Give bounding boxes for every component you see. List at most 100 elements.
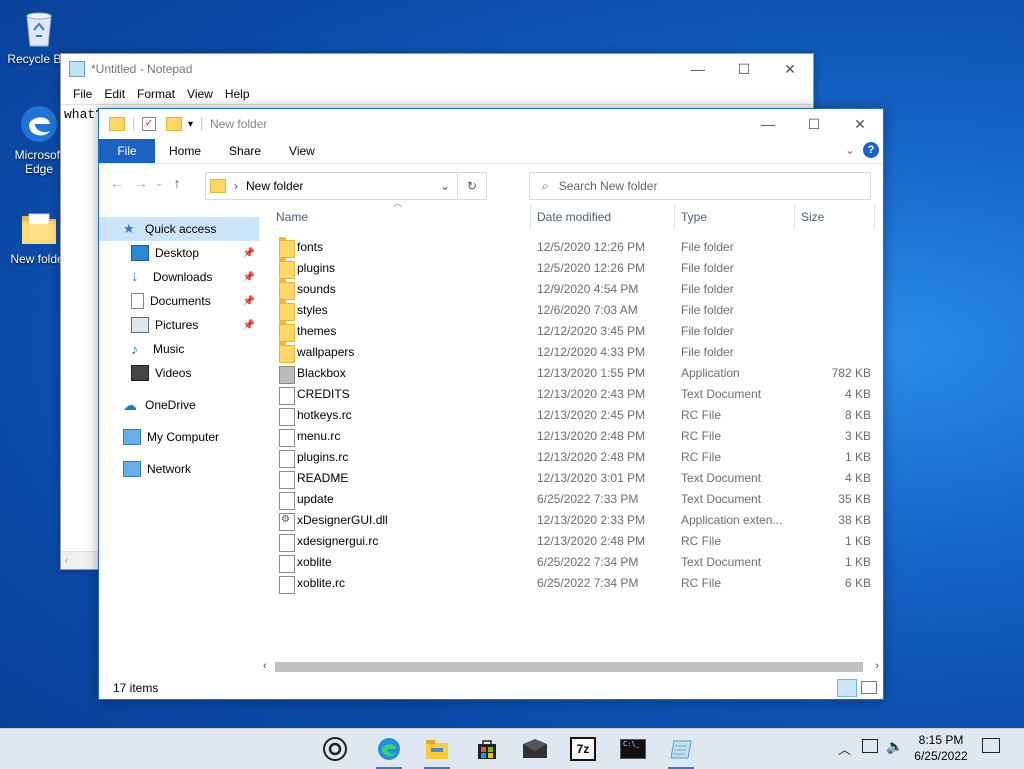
file-row[interactable]: plugins 12/5/2020 12:26 PM File folder (271, 258, 883, 279)
column-header-date[interactable]: Date modified (537, 210, 611, 224)
address-bar[interactable]: › New folder ⌄ ↻ (205, 172, 487, 200)
file-list: ︿ Name Date modified Type Size fonts 12/5… (271, 198, 883, 594)
file-row[interactable]: plugins.rc 12/13/2020 2:48 PM RC File 1 KB (271, 447, 883, 468)
menu-help[interactable]: Help (219, 87, 256, 101)
tab-file[interactable]: File (99, 139, 155, 163)
sidebar-item-downloads[interactable]: ↓ Downloads 📌 (99, 265, 259, 289)
edge-taskbar-icon[interactable] (376, 737, 402, 769)
maximize-button[interactable]: ☐ (791, 109, 837, 139)
tab-home[interactable]: Home (155, 139, 215, 163)
minimize-button[interactable]: — (675, 54, 721, 84)
sidebar-item-my-computer[interactable]: My Computer (99, 425, 259, 449)
back-button[interactable]: ← (105, 175, 129, 191)
scroll-left-button[interactable]: ‹ (263, 660, 267, 672)
file-date: 6/25/2022 7:34 PM (537, 576, 639, 590)
file-row[interactable]: menu.rc 12/13/2020 2:48 PM RC File 3 KB (271, 426, 883, 447)
mail-icon[interactable] (522, 737, 548, 761)
sort-ascending-icon: ︿ (393, 198, 403, 208)
terminal-icon[interactable]: C:\_ (620, 737, 646, 761)
sidebar-item-network[interactable]: Network (99, 457, 259, 481)
file-date: 12/13/2020 3:01 PM (537, 471, 646, 485)
close-button[interactable]: ✕ (837, 109, 883, 139)
explorer-titlebar[interactable]: ✓ ▾ New folder — ☐ ✕ (99, 109, 883, 139)
file-row[interactable]: Blackbox 12/13/2020 1:55 PM Application 782… (271, 363, 883, 384)
column-divider[interactable] (794, 205, 795, 229)
column-header-type[interactable]: Type (681, 210, 707, 224)
show-hidden-icons-button[interactable]: ︿ (838, 739, 851, 758)
file-row[interactable]: xoblite 6/25/2022 7:34 PM Text Document 1 K… (271, 552, 883, 573)
sidebar-item-label: Music (153, 342, 185, 356)
menu-format[interactable]: Format (131, 87, 181, 101)
notifications-icon[interactable] (982, 738, 1000, 753)
notepad-titlebar[interactable]: *Untitled - Notepad — ☐ ✕ (61, 54, 813, 84)
7zip-icon[interactable]: 7z (570, 737, 596, 761)
menu-edit[interactable]: Edit (98, 87, 131, 101)
explorer-window[interactable]: ✓ ▾ New folder — ☐ ✕ File Home Share Vie… (98, 108, 884, 700)
cortana-icon[interactable] (322, 737, 348, 761)
column-divider[interactable] (530, 205, 531, 229)
file-row[interactable]: sounds 12/9/2020 4:54 PM File folder (271, 279, 883, 300)
file-row[interactable]: wallpapers 12/12/2020 4:33 PM File folder (271, 342, 883, 363)
file-row[interactable]: xoblite.rc 6/25/2022 7:34 PM RC File 6 KB (271, 573, 883, 594)
recycle-bin-icon (19, 8, 59, 48)
store-icon[interactable] (474, 737, 500, 761)
help-icon[interactable]: ? (863, 142, 879, 158)
file-row[interactable]: update 6/25/2022 7:33 PM Text Document 35 K… (271, 489, 883, 510)
tab-view[interactable]: View (275, 139, 329, 163)
breadcrumb[interactable]: New folder (246, 179, 303, 193)
menu-file[interactable]: File (67, 87, 98, 101)
volume-icon[interactable]: 🔈 (886, 738, 903, 755)
clock-time: 8:15 PM (918, 733, 964, 747)
sidebar-item-documents[interactable]: Documents 📌 (99, 289, 259, 313)
large-icons-view-button[interactable] (861, 681, 877, 694)
horizontal-scrollbar[interactable]: ‹ › (259, 659, 883, 676)
file-row[interactable]: README 12/13/2020 3:01 PM Text Document 4 K… (271, 468, 883, 489)
refresh-button[interactable]: ↻ (457, 173, 486, 199)
new-folder-icon[interactable] (166, 117, 182, 131)
pin-icon: 📌 (242, 319, 255, 331)
search-input[interactable]: ⌕ Search New folder (529, 172, 871, 200)
sidebar-item-onedrive[interactable]: ☁ OneDrive (99, 393, 259, 417)
scroll-right-button[interactable]: › (875, 660, 879, 672)
file-row[interactable]: themes 12/12/2020 3:45 PM File folder (271, 321, 883, 342)
scroll-thumb[interactable] (275, 662, 863, 672)
properties-icon[interactable]: ✓ (142, 117, 156, 131)
sidebar-item-music[interactable]: ♪ Music (99, 337, 259, 361)
address-dropdown-icon[interactable]: ⌄ (440, 179, 450, 193)
quick-access-dropdown-icon[interactable]: ▾ (188, 119, 193, 130)
sidebar-item-label: My Computer (147, 430, 220, 444)
minimize-button[interactable]: — (745, 109, 791, 139)
close-button[interactable]: ✕ (767, 54, 813, 84)
file-name: plugins (297, 261, 336, 275)
file-row[interactable]: xDesignerGUI.dll 12/13/2020 2:33 PM Applic… (271, 510, 883, 531)
file-row[interactable]: CREDITS 12/13/2020 2:43 PM Text Document 4 … (271, 384, 883, 405)
file-row[interactable]: fonts 12/5/2020 12:26 PM File folder (271, 237, 883, 258)
file-row[interactable]: hotkeys.rc 12/13/2020 2:45 PM RC File 8 KB (271, 405, 883, 426)
sidebar-item-quick-access[interactable]: ★ Quick access (99, 217, 259, 241)
column-divider[interactable] (874, 205, 875, 229)
sidebar-item-videos[interactable]: Videos (99, 361, 259, 385)
network-status-icon[interactable] (862, 739, 878, 753)
recent-locations-button[interactable]: ⌄ (153, 178, 165, 189)
column-divider[interactable] (674, 205, 675, 229)
breadcrumb-separator-icon[interactable]: › (234, 179, 238, 193)
sidebar-item-pictures[interactable]: Pictures 📌 (99, 313, 259, 337)
column-header-size[interactable]: Size (801, 210, 824, 224)
file-row[interactable]: styles 12/6/2020 7:03 AM File folder (271, 300, 883, 321)
pin-icon: 📌 (242, 271, 255, 283)
pin-icon: 📌 (242, 295, 255, 307)
forward-button[interactable]: → (129, 175, 153, 191)
maximize-button[interactable]: ☐ (721, 54, 767, 84)
details-view-button[interactable] (837, 679, 857, 697)
menu-view[interactable]: View (181, 87, 219, 101)
file-row[interactable]: xdesignergui.rc 12/13/2020 2:48 PM RC File… (271, 531, 883, 552)
expand-ribbon-icon[interactable]: ⌄ (845, 143, 855, 157)
up-button[interactable]: ↑ (165, 175, 189, 191)
tab-share[interactable]: Share (215, 139, 275, 163)
notepad-taskbar-icon[interactable] (668, 737, 694, 769)
file-explorer-taskbar-icon[interactable] (424, 737, 450, 769)
sidebar-item-desktop[interactable]: Desktop 📌 (99, 241, 259, 265)
clock[interactable]: 8:15 PM 6/25/2022 (908, 732, 974, 764)
column-header-name[interactable]: Name (276, 210, 308, 224)
status-bar: 17 items (99, 677, 883, 699)
